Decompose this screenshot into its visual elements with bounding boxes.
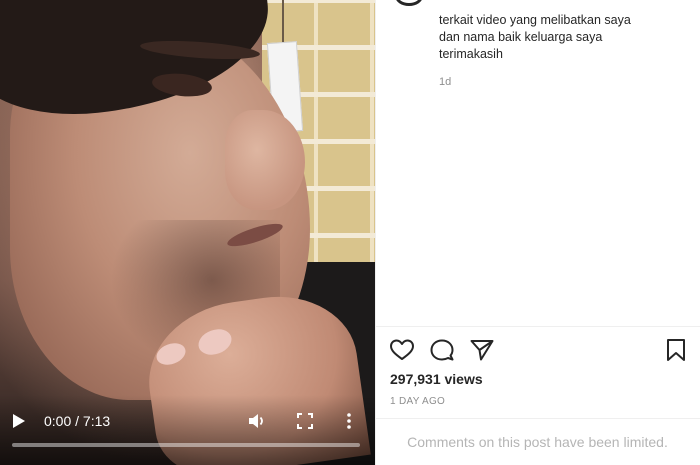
more-vertical-icon	[347, 413, 351, 429]
fullscreen-icon	[297, 413, 313, 429]
video-time: 0:00 / 7:13	[44, 413, 111, 429]
comments-limited-notice: Comments on this post have been limited.	[407, 434, 668, 450]
play-button[interactable]	[12, 413, 26, 429]
divider	[375, 326, 700, 327]
post-date[interactable]: 1 DAY AGO	[390, 396, 445, 407]
post-panel: terkait video yang melibatkan saya dan n…	[375, 0, 700, 465]
volume-button[interactable]	[247, 411, 267, 431]
video-controls: 0:00 / 7:13	[0, 395, 375, 465]
view-count[interactable]: 297,931 views	[390, 371, 483, 387]
nose	[225, 110, 305, 210]
video-player[interactable]: 0:00 / 7:13	[0, 0, 375, 465]
share-icon	[470, 340, 494, 361]
video-controls-row: 0:00 / 7:13	[0, 409, 375, 433]
hanging-cord	[282, 0, 284, 45]
divider	[375, 418, 700, 419]
seek-bar[interactable]	[12, 443, 360, 447]
comment-icon	[430, 339, 454, 361]
caption-timestamp[interactable]: 1d	[439, 76, 451, 88]
bookmark-icon	[667, 339, 685, 361]
play-icon	[13, 414, 25, 428]
like-button[interactable]	[389, 338, 415, 362]
avatar[interactable]	[395, 0, 423, 6]
comment-button[interactable]	[429, 338, 455, 362]
more-options-button[interactable]	[343, 411, 355, 431]
fullscreen-button[interactable]	[296, 412, 314, 430]
post-caption: terkait video yang melibatkan saya dan n…	[439, 13, 631, 61]
panel-border	[375, 0, 376, 465]
heart-icon	[390, 339, 414, 360]
share-button[interactable]	[469, 338, 495, 362]
volume-icon	[249, 414, 263, 428]
save-button[interactable]	[665, 338, 687, 362]
